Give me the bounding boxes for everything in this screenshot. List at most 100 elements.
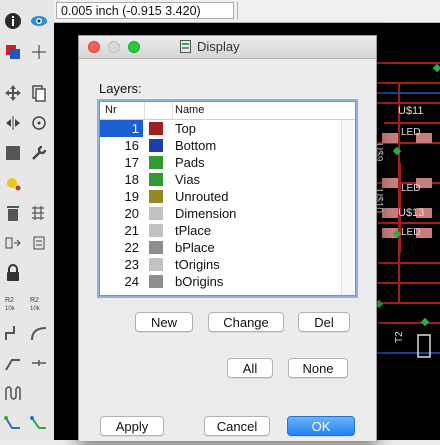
display-icon bbox=[180, 40, 191, 53]
layer-row[interactable]: 20 Dimension bbox=[100, 205, 355, 222]
layer-color-swatch bbox=[149, 122, 163, 135]
svg-text:10k: 10k bbox=[30, 306, 41, 312]
layer-name: bPlace bbox=[175, 240, 215, 255]
layer-name: Dimension bbox=[175, 206, 237, 221]
eye-icon[interactable] bbox=[29, 11, 49, 31]
layer-row[interactable]: 21 tPlace bbox=[100, 222, 355, 239]
ripup-icon[interactable] bbox=[29, 323, 49, 343]
layer-color-swatch bbox=[149, 207, 163, 220]
coordinate-readout: 0.005 inch (-0.915 3.420) bbox=[56, 2, 234, 19]
layer-name: Top bbox=[175, 121, 196, 136]
ok-button[interactable]: OK bbox=[287, 416, 355, 436]
layer-row[interactable]: 23 tOrigins bbox=[100, 256, 355, 273]
layer-number: 18 bbox=[124, 172, 139, 187]
layer-color-swatch bbox=[149, 139, 163, 152]
layer-name: Vias bbox=[175, 172, 201, 187]
layer-number: 20 bbox=[124, 206, 139, 221]
layer-number: 1 bbox=[100, 120, 143, 137]
layer-row[interactable]: 18 Vias bbox=[100, 171, 355, 188]
layer-number: 21 bbox=[124, 223, 139, 238]
layer-color-swatch bbox=[149, 156, 163, 169]
group-icon[interactable] bbox=[3, 143, 23, 163]
layer-number: 24 bbox=[124, 274, 139, 289]
wire-icon[interactable] bbox=[3, 353, 23, 373]
layer-row[interactable]: 19 Unrouted bbox=[100, 188, 355, 205]
new-layer-button[interactable]: New bbox=[135, 312, 193, 332]
part-label-u13: U$13 bbox=[398, 207, 425, 219]
move-icon[interactable] bbox=[3, 83, 23, 103]
route-icon[interactable] bbox=[3, 323, 23, 343]
layer-color-swatch bbox=[149, 241, 163, 254]
coordinate-bar: 0.005 inch (-0.915 3.420) bbox=[54, 0, 440, 23]
show-none-button[interactable]: None bbox=[288, 358, 348, 378]
split-icon[interactable]: R2 10k bbox=[3, 293, 23, 313]
replace-icon[interactable] bbox=[3, 233, 23, 253]
layer-list-scrollbar[interactable] bbox=[341, 120, 355, 295]
layer-row[interactable]: 24 bOrigins bbox=[100, 273, 355, 290]
coordinate-bar-divider bbox=[237, 2, 238, 19]
mirror-icon[interactable] bbox=[3, 113, 23, 133]
layer-list[interactable]: Nr Name 1 Top 16 Bottom 17 Pads 18 Vias 19 Unrout… bbox=[99, 101, 356, 296]
paste-icon[interactable] bbox=[3, 173, 23, 193]
change-icon[interactable] bbox=[29, 143, 49, 163]
text-icon[interactable] bbox=[29, 353, 49, 373]
layer-name: tPlace bbox=[175, 223, 212, 238]
part-label-led-1: LED bbox=[401, 127, 421, 138]
layer-name: bOrigins bbox=[175, 274, 224, 289]
info-icon[interactable] bbox=[3, 11, 23, 31]
smash-icon[interactable] bbox=[29, 233, 49, 253]
layer-number: 19 bbox=[124, 189, 139, 204]
optimize-icon[interactable]: R2 10k bbox=[29, 293, 49, 313]
show-all-button[interactable]: All bbox=[227, 358, 273, 378]
layers-label: Layers: bbox=[99, 81, 142, 96]
layer-row[interactable]: 16 Bottom bbox=[100, 137, 355, 154]
layer-number: 16 bbox=[124, 138, 139, 153]
layer-number: 22 bbox=[124, 240, 139, 255]
layer-row[interactable]: 17 Pads bbox=[100, 154, 355, 171]
close-window-button[interactable] bbox=[88, 41, 100, 53]
layer-row[interactable]: 1 Top bbox=[100, 120, 355, 137]
minimize-window-button[interactable] bbox=[108, 41, 120, 53]
rotate-icon[interactable] bbox=[29, 113, 49, 133]
layer-color-swatch bbox=[149, 190, 163, 203]
copy-icon[interactable] bbox=[29, 83, 49, 103]
display-dialog: Display Layers: Nr Name 1 Top 16 Bottom 17 Pa… bbox=[78, 35, 377, 441]
part-label-led-3: LED bbox=[401, 227, 421, 238]
column-header-color[interactable] bbox=[144, 102, 173, 119]
layer-name: tOrigins bbox=[175, 257, 220, 272]
svg-text:R2: R2 bbox=[5, 297, 14, 304]
layer-color-swatch bbox=[149, 224, 163, 237]
column-header-nr[interactable]: Nr bbox=[105, 104, 117, 116]
dialog-titlebar[interactable]: Display bbox=[79, 36, 376, 59]
layer-color-swatch bbox=[149, 258, 163, 271]
lock-icon[interactable] bbox=[3, 263, 23, 283]
layer-list-header: Nr Name bbox=[100, 102, 355, 120]
part-label-t2: T2 bbox=[394, 331, 405, 343]
autoroute-icon[interactable] bbox=[3, 413, 23, 433]
layer-display-icon[interactable] bbox=[3, 42, 23, 62]
cancel-button[interactable]: Cancel bbox=[204, 416, 270, 436]
layer-number: 17 bbox=[124, 155, 139, 170]
svg-text:10k: 10k bbox=[5, 306, 16, 312]
meander-icon[interactable] bbox=[3, 383, 23, 403]
column-header-name[interactable]: Name bbox=[175, 104, 204, 116]
svg-text:R2: R2 bbox=[30, 297, 39, 304]
layer-name: Unrouted bbox=[175, 189, 229, 204]
add-icon[interactable] bbox=[29, 203, 49, 223]
layer-color-swatch bbox=[149, 173, 163, 186]
arc-icon[interactable] bbox=[29, 413, 49, 433]
layer-name: Bottom bbox=[175, 138, 217, 153]
delete-layer-button[interactable]: Del bbox=[298, 312, 350, 332]
zoom-window-button[interactable] bbox=[128, 41, 140, 53]
layer-row[interactable]: 22 bPlace bbox=[100, 239, 355, 256]
mark-icon[interactable] bbox=[29, 42, 49, 62]
part-label-led-2: LED bbox=[401, 183, 421, 194]
change-layer-button[interactable]: Change bbox=[208, 312, 284, 332]
delete-icon[interactable] bbox=[3, 203, 23, 223]
layer-number: 23 bbox=[124, 257, 139, 272]
dialog-title: Display bbox=[197, 39, 240, 54]
command-toolbar: R2 10k R2 10k bbox=[0, 0, 55, 440]
layer-color-swatch bbox=[149, 275, 163, 288]
apply-button[interactable]: Apply bbox=[100, 416, 164, 436]
part-label-u11: U$11 bbox=[398, 105, 424, 117]
